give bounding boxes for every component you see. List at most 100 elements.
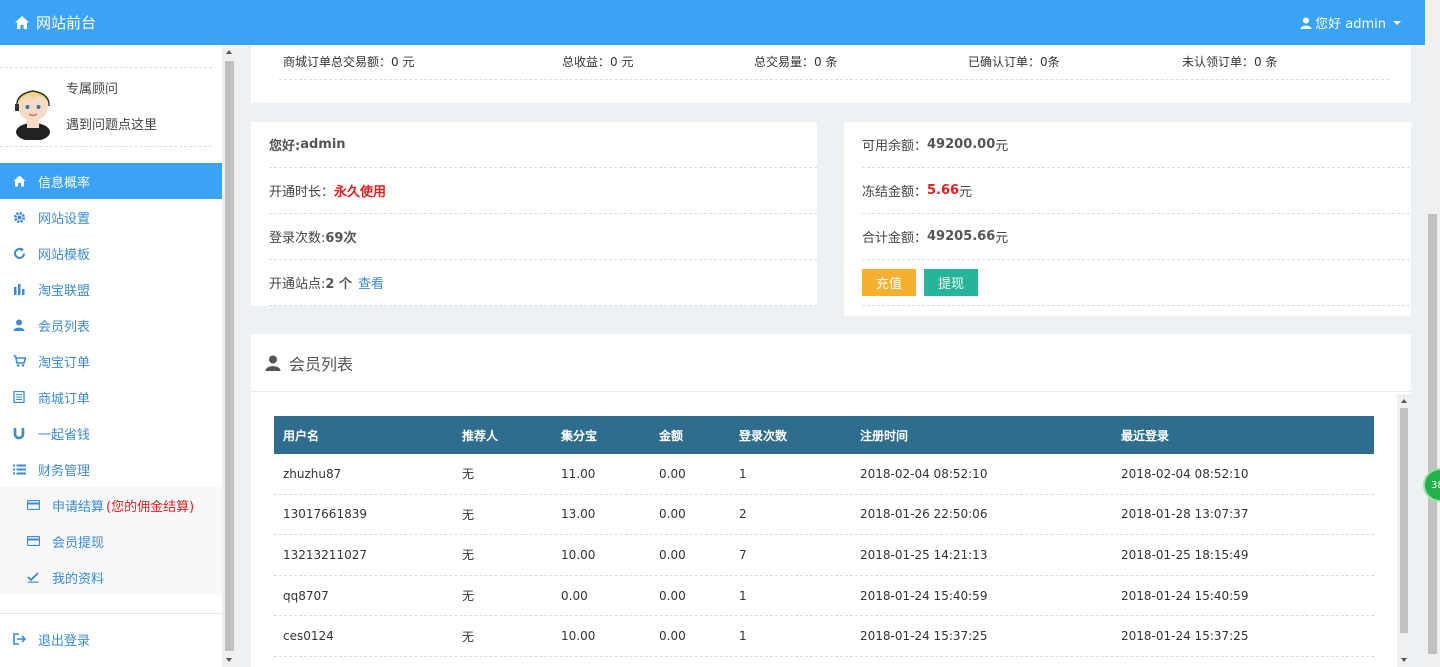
scroll-up-arrow-icon[interactable] xyxy=(226,50,232,54)
user-greeting: 您好 admin xyxy=(1315,17,1386,32)
cell-points: 11.00 xyxy=(561,466,596,481)
page-scrollbar-thumb[interactable] xyxy=(1428,214,1437,654)
page-scrollbar[interactable] xyxy=(1425,0,1440,667)
logins-label: 登录次数: xyxy=(269,231,326,246)
actions-row: 充值 提现 xyxy=(862,260,1410,306)
column-header[interactable]: 登录次数 xyxy=(730,427,851,444)
table-row[interactable]: ces0124 无 10.00 0.00 1 2018-01-24 15:37:… xyxy=(274,616,1374,657)
sidebar-item-finance[interactable]: 财务管理 xyxy=(0,451,222,487)
sidebar-item-overview[interactable]: 信息概率 xyxy=(0,163,222,199)
recharge-button[interactable]: 充值 xyxy=(862,269,917,296)
cell-points: 0.00 xyxy=(561,588,588,603)
menu-list-icon xyxy=(12,462,26,476)
cell-points: 13.00 xyxy=(561,507,596,522)
logins-row: 登录次数: 69次 xyxy=(269,214,817,260)
table-scrollbar-thumb[interactable] xyxy=(1400,408,1408,633)
sidebar-item-label: 网站模板 xyxy=(38,247,91,263)
cell-register-time: 2018-02-04 08:52:10 xyxy=(860,466,988,481)
sidebar-item-member-list[interactable]: 会员列表 xyxy=(0,307,222,343)
sites-row: 开通站点: 2 个查看 xyxy=(269,260,817,306)
sidebar-item-label: 一起省钱 xyxy=(38,427,91,443)
member-list-header: 会员列表 xyxy=(251,334,1411,392)
sidebar-item-label: 申请结算 xyxy=(52,499,105,515)
cell-points: 10.00 xyxy=(561,547,596,562)
table-row[interactable]: 13017661839 无 13.00 0.00 2 2018-01-26 22… xyxy=(274,495,1374,536)
frozen-row: 冻结金额： 5.66 元 xyxy=(862,168,1410,214)
sidebar-item-apply-settlement[interactable]: 申请结算 (您的佣金结算) xyxy=(0,487,222,523)
sidebar-item-save-together[interactable]: 一起省钱 xyxy=(0,415,222,451)
cell-register-time: 2018-01-24 15:37:25 xyxy=(860,629,988,644)
scroll-down-arrow-icon[interactable] xyxy=(226,658,232,662)
sidebar: 专属顾问 遇到问题点这里 信息概率 网站设置 网站模板 淘宝联盟 会员列表 淘宝… xyxy=(0,45,222,667)
member-table: 用户名 推荐人 集分宝 金额 登录次数 注册时间 最近登录 zhuzhu87 无… xyxy=(274,416,1374,657)
cell-amount: 0.00 xyxy=(659,507,686,522)
frozen-value: 5.66 xyxy=(927,183,960,198)
consultant-title: 专属顾问 xyxy=(66,82,119,97)
chevron-down-icon xyxy=(1393,20,1401,25)
cell-last-login: 2018-01-24 15:40:59 xyxy=(1121,588,1249,603)
sidebar-item-site-settings[interactable]: 网站设置 xyxy=(0,199,222,235)
user-menu[interactable]: 您好 admin xyxy=(1300,13,1401,32)
sidebar-item-label: 会员提现 xyxy=(52,535,105,551)
column-header[interactable]: 集分宝 xyxy=(552,427,650,444)
sidebar-item-taobao-union[interactable]: 淘宝联盟 xyxy=(0,271,222,307)
sidebar-item-member-withdraw[interactable]: 会员提现 xyxy=(0,523,222,559)
cell-amount: 0.00 xyxy=(659,547,686,562)
duration-label: 开通时长： xyxy=(269,185,335,200)
stat-mall-total: 商城订单总交易额：0 元 xyxy=(283,55,415,69)
sidebar-scrollbar[interactable] xyxy=(222,45,237,667)
list-icon xyxy=(12,390,26,404)
consultant-help-link[interactable]: 遇到问题点这里 xyxy=(66,114,157,133)
sidebar-item-label: 淘宝订单 xyxy=(38,355,91,371)
cell-points: 10.00 xyxy=(561,629,596,644)
logout-icon xyxy=(12,632,26,646)
table-row[interactable]: qq8707 无 0.00 0.00 1 2018-01-24 15:40:59… xyxy=(274,576,1374,617)
sidebar-item-my-profile[interactable]: 我的资料 xyxy=(0,559,222,595)
sidebar-item-site-templates[interactable]: 网站模板 xyxy=(0,235,222,271)
column-header[interactable]: 注册时间 xyxy=(851,427,1112,444)
view-sites-link[interactable]: 查看 xyxy=(358,273,384,292)
refresh-icon xyxy=(12,246,26,260)
sidebar-scrollbar-thumb[interactable] xyxy=(225,61,234,651)
cell-referrer: 无 xyxy=(462,548,475,563)
available-value: 49200.00 xyxy=(927,137,996,152)
cell-referrer: 无 xyxy=(462,507,475,522)
cell-register-time: 2018-01-24 15:40:59 xyxy=(860,588,988,603)
sites-value: 2 个 xyxy=(325,277,352,292)
column-header[interactable]: 推荐人 xyxy=(453,427,552,444)
site-frontend-link[interactable]: 网站前台 xyxy=(14,12,96,33)
logout-button[interactable]: 退出登录 xyxy=(0,614,222,656)
sidebar-item-label: 会员列表 xyxy=(38,319,91,335)
floating-badge-value: 38 xyxy=(1431,479,1440,491)
member-list-panel: 会员列表 用户名 推荐人 集分宝 金额 登录次数 注册时间 最近登录 zhuzh… xyxy=(251,334,1411,667)
gear-icon xyxy=(12,210,26,224)
frozen-unit: 元 xyxy=(959,185,973,200)
scroll-up-arrow-icon[interactable] xyxy=(1401,399,1407,403)
cell-amount: 0.00 xyxy=(659,466,686,481)
withdraw-button[interactable]: 提现 xyxy=(924,269,979,296)
column-header[interactable]: 用户名 xyxy=(274,427,453,444)
top-navbar: 网站前台 您好 admin xyxy=(0,0,1425,45)
cell-login-count: 1 xyxy=(739,629,747,644)
cell-amount: 0.00 xyxy=(659,588,686,603)
consultant-panel[interactable]: 专属顾问 遇到问题点这里 xyxy=(0,67,212,147)
sidebar-item-label: 信息概率 xyxy=(38,175,91,191)
column-header[interactable]: 最近登录 xyxy=(1112,427,1374,444)
sidebar-item-label: 我的资料 xyxy=(52,571,105,587)
user-icon xyxy=(1300,17,1312,29)
table-row[interactable]: 13213211027 无 10.00 0.00 7 2018-01-25 14… xyxy=(274,535,1374,576)
available-row: 可用余额： 49200.00 元 xyxy=(862,122,1410,168)
sidebar-item-taobao-orders[interactable]: 淘宝订单 xyxy=(0,343,222,379)
stats-panel: 商城订单总交易额：0 元 总收益：0 元 总交易量：0 条 已确认订单：0条 未… xyxy=(251,45,1411,103)
scroll-down-arrow-icon[interactable] xyxy=(1401,658,1407,662)
cell-last-login: 2018-02-04 08:52:10 xyxy=(1121,466,1249,481)
cell-username: zhuzhu87 xyxy=(283,466,342,481)
table-row[interactable]: zhuzhu87 无 11.00 0.00 1 2018-02-04 08:52… xyxy=(274,454,1374,495)
stat-total-income: 总收益：0 元 xyxy=(562,55,634,69)
hello-name: admin xyxy=(300,137,346,152)
sidebar-item-mall-orders[interactable]: 商城订单 xyxy=(0,379,222,415)
available-unit: 元 xyxy=(995,139,1009,154)
table-scrollbar[interactable] xyxy=(1397,394,1411,667)
column-header[interactable]: 金额 xyxy=(650,427,730,444)
card-icon xyxy=(26,498,40,512)
